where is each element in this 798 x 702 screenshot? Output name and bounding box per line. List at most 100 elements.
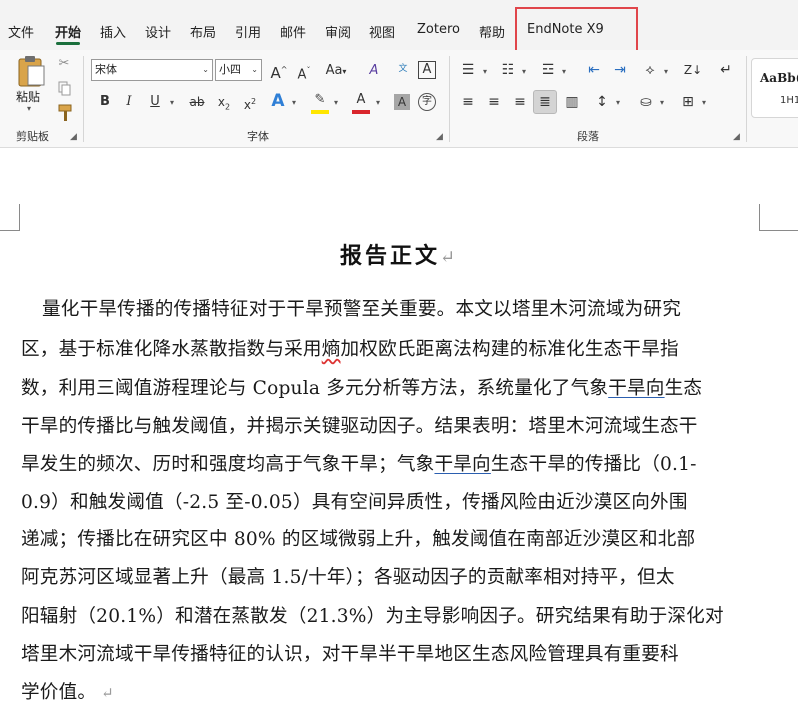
text-run: 数，利用三阈值游程理论与 Copula 多元分析等方法，系统量化了气象 [21, 378, 609, 399]
chevron-down-icon: ▾ [522, 67, 527, 76]
chevron-down-icon: ▾ [170, 98, 175, 107]
borders-icon[interactable]: ⊞ [678, 92, 698, 112]
paste-label: 粘贴 [16, 90, 41, 104]
style-name: 1H1 [780, 95, 798, 106]
text-run: 加权欧氏距离法构建的标准化生态干旱指 [340, 339, 679, 360]
crop-mark-right [759, 204, 798, 231]
ribbon: 粘贴 ▾ ✂ 剪贴板 ◢ 宋体 ⌄ 小四 ⌄ A^ Aˇ Aa▾ A 文 A B… [0, 50, 798, 148]
body-line-3: 数，利用三阈值游程理论与 Copula 多元分析等方法，系统量化了气象干旱向生态 [21, 373, 702, 400]
text-direction-icon[interactable]: ⟡ [640, 60, 660, 80]
tab-zotero[interactable]: Zotero [417, 22, 460, 37]
chevron-down-icon: ▾ [292, 98, 297, 107]
chevron-down-icon: ▾ [27, 104, 32, 113]
character-border-icon[interactable]: A [418, 61, 436, 79]
tab-file[interactable]: 文件 [8, 22, 34, 41]
multilevel-list-icon[interactable]: ☲ [538, 60, 558, 80]
copy-icon[interactable] [58, 81, 72, 97]
chevron-down-icon: ▾ [702, 98, 707, 107]
tab-insert[interactable]: 插入 [100, 22, 126, 41]
group-divider [83, 56, 84, 142]
spelling-error-mark: 熵 [321, 339, 341, 360]
tab-home[interactable]: 开始 [55, 22, 81, 41]
phonetic-guide-icon[interactable]: 文 [394, 59, 412, 79]
underline-button[interactable]: U [146, 92, 164, 112]
line-spacing-icon[interactable]: ↕ [592, 92, 612, 112]
document-title: 报告正文↵ [0, 238, 798, 270]
body-line-6: 0.9）和触发阈值（-2.5 至-0.05）具有空间异质性，传播风险由近沙漠区向… [21, 492, 688, 513]
tab-review[interactable]: 审阅 [325, 22, 351, 41]
highlight-color-icon[interactable]: ✎ [310, 90, 330, 110]
tab-design[interactable]: 设计 [145, 22, 171, 41]
font-name-combo[interactable]: 宋体 ⌄ [91, 59, 213, 81]
body-line-2: 区，基于标准化降水蒸散指数与采用熵加权欧氏距离法构建的标准化生态干旱指 [21, 334, 679, 361]
superscript-button[interactable]: x2 [241, 92, 259, 112]
increase-indent-icon[interactable]: ⇥ [610, 60, 630, 80]
character-shading-icon[interactable]: A [394, 94, 410, 110]
grammar-underline: 干旱向 [434, 454, 491, 475]
dialog-launcher-icon[interactable]: ◢ [70, 132, 77, 142]
justify-icon[interactable]: ≣ [533, 90, 557, 114]
dialog-launcher-icon[interactable]: ◢ [733, 132, 740, 142]
grow-font-button[interactable]: A^ [268, 60, 290, 82]
shading-icon[interactable]: ⛀ [636, 92, 656, 112]
chevron-down-icon: ▾ [334, 98, 339, 107]
numbering-icon[interactable]: ☷ [498, 60, 518, 80]
font-name-value: 宋体 [95, 63, 117, 76]
change-case-label: Aa [325, 63, 343, 78]
subscript-button[interactable]: x2 [215, 92, 233, 112]
endnote-highlight-box [515, 7, 638, 52]
format-painter-icon[interactable] [57, 104, 73, 122]
tab-view[interactable]: 视图 [369, 22, 395, 41]
decrease-indent-icon[interactable]: ⇤ [584, 60, 604, 80]
group-divider [746, 56, 747, 142]
font-group-label: 字体 [247, 130, 269, 143]
body-line-5: 旱发生的频次、历时和强度均高于气象干旱；气象干旱向生态干旱的传播比（0.1- [21, 449, 697, 476]
tab-help[interactable]: 帮助 [479, 22, 505, 41]
paragraph-mark-icon: ↵ [439, 247, 459, 268]
body-line-4: 干旱的传播比与触发阈值，并揭示关键驱动因子。结果表明：塔里木河流域生态干 [21, 416, 698, 437]
text-effects-icon[interactable]: A [268, 91, 288, 111]
paragraph-mark-icon: ↵ [96, 684, 114, 702]
font-size-combo[interactable]: 小四 ⌄ [215, 59, 262, 81]
tab-references[interactable]: 引用 [235, 22, 261, 41]
style-sample-text: AaBb( [760, 71, 798, 85]
bullets-icon[interactable]: ☰ [458, 60, 478, 80]
body-line-7: 递减；传播比在研究区中 80% 的区域微弱上升，触发阈值在南部近沙漠区和北部 [21, 529, 696, 550]
bold-button[interactable]: B [96, 92, 114, 112]
align-right-icon[interactable]: ≡ [510, 92, 530, 112]
chevron-down-icon: ▾ [660, 98, 665, 107]
style-gallery-item[interactable] [751, 58, 798, 118]
text-run: 生态 [664, 378, 703, 399]
chevron-down-icon: ⌄ [202, 65, 209, 74]
chevron-down-icon: ▾ [664, 67, 669, 76]
body-line-11: 学价值。 ↵ [21, 677, 114, 702]
distributed-icon[interactable]: ▥ [562, 92, 582, 112]
enclose-characters-icon[interactable]: 字 [418, 93, 436, 111]
body-line-9: 阳辐射（20.1%）和潜在蒸散发（21.3%）为主导影响因子。研究结果有助于深化… [21, 606, 724, 627]
grammar-underline: 干旱向 [608, 378, 665, 399]
show-marks-icon[interactable]: ↵ [716, 60, 736, 80]
align-left-icon[interactable]: ≡ [458, 92, 478, 112]
chevron-down-icon: ▾ [616, 98, 621, 107]
text-run: 区，基于标准化降水蒸散指数与采用 [21, 339, 322, 360]
clear-formatting-icon[interactable]: A [364, 61, 384, 81]
tab-layout[interactable]: 布局 [190, 22, 216, 41]
paste-button[interactable]: 粘贴 ▾ [12, 54, 50, 113]
italic-button[interactable]: I [120, 92, 138, 112]
clipboard-icon [18, 56, 45, 87]
change-case-button[interactable]: Aa▾ [322, 61, 350, 81]
strikethrough-button[interactable]: ab [187, 92, 207, 112]
align-center-icon[interactable]: ≡ [484, 92, 504, 112]
body-line-8: 阿克苏河区域显著上升（最高 1.5/十年）；各驱动因子的贡献率相对持平，但太 [21, 567, 675, 588]
chevron-down-icon: ▾ [562, 67, 567, 76]
tab-mailings[interactable]: 邮件 [280, 22, 306, 41]
cut-icon[interactable]: ✂ [56, 54, 72, 74]
clipboard-group-label: 剪贴板 [16, 130, 49, 143]
font-color-bar [352, 110, 370, 114]
dialog-launcher-icon[interactable]: ◢ [436, 132, 443, 142]
sort-icon[interactable]: Z↓ [682, 60, 704, 80]
font-color-icon[interactable]: A [352, 90, 370, 110]
font-size-value: 小四 [219, 63, 241, 76]
body-line-10: 塔里木河流域干旱传播特征的认识，对干旱半干旱地区生态风险管理具有重要科 [21, 644, 679, 665]
shrink-font-button[interactable]: Aˇ [293, 61, 315, 82]
